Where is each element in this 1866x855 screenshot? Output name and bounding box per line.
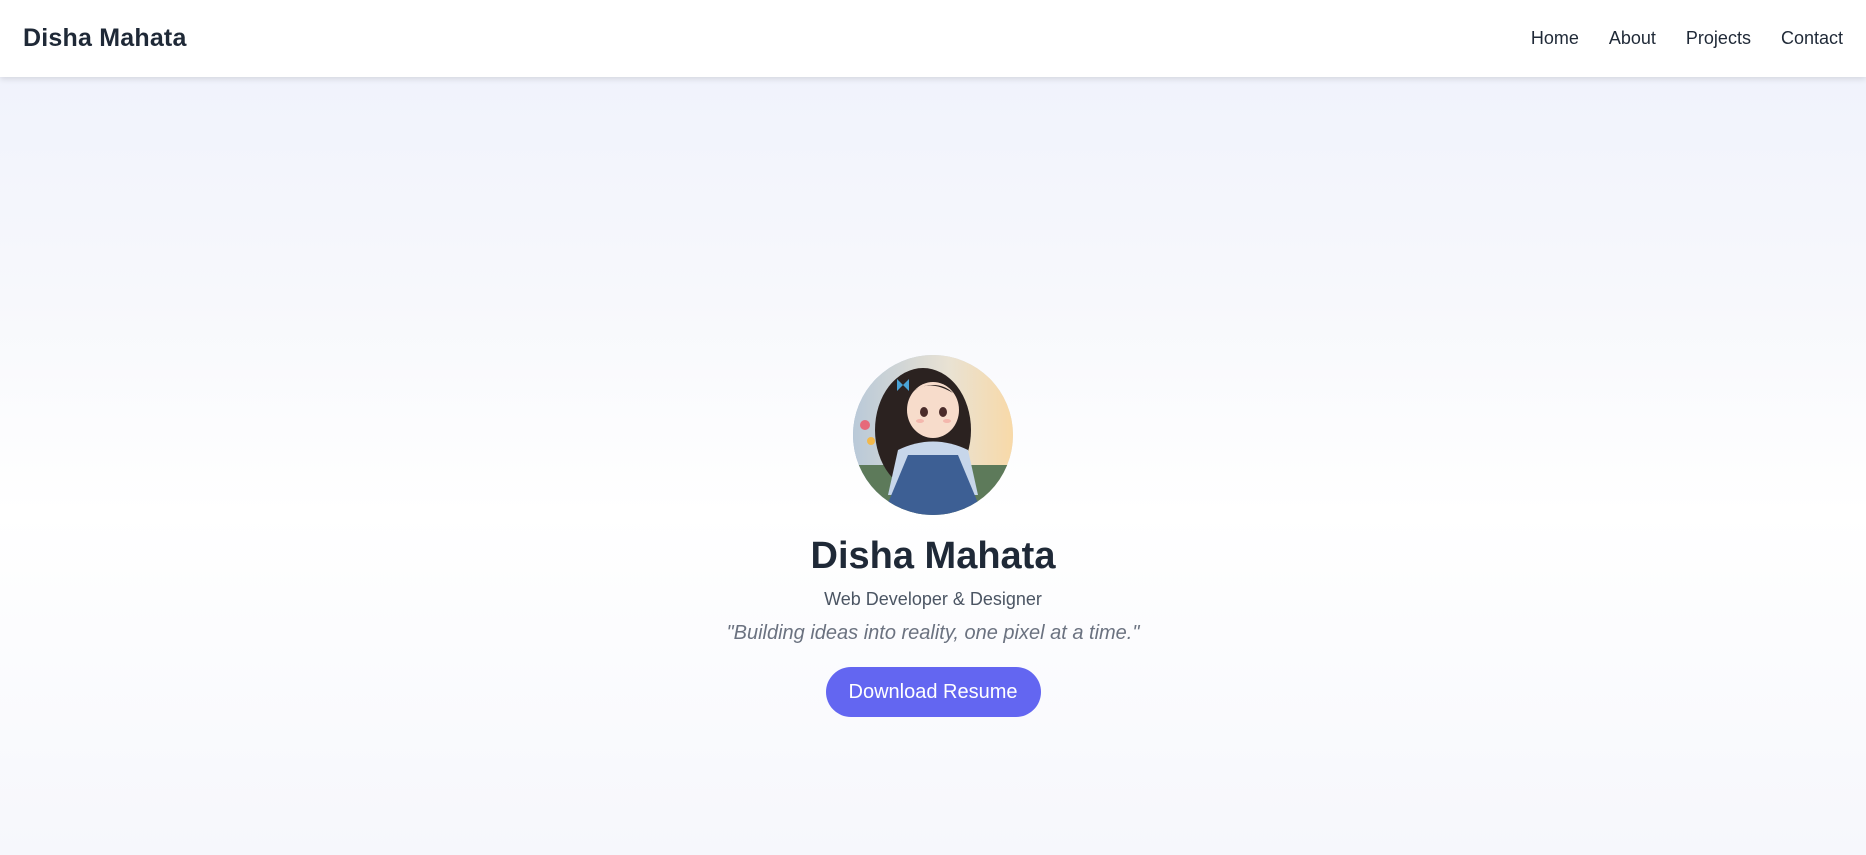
nav-link-about[interactable]: About bbox=[1609, 28, 1656, 49]
nav-link-projects[interactable]: Projects bbox=[1686, 28, 1751, 49]
download-resume-button[interactable]: Download Resume bbox=[825, 667, 1041, 717]
nav-link-home[interactable]: Home bbox=[1531, 28, 1579, 49]
hero-role: Web Developer & Designer bbox=[824, 589, 1042, 609]
site-brand[interactable]: Disha Mahata bbox=[23, 24, 187, 53]
hero-section: Disha Mahata Web Developer & Designer "B… bbox=[0, 77, 1866, 855]
hero-tagline: "Building ideas into reality, one pixel … bbox=[726, 622, 1140, 644]
nav-links: Home About Projects Contact bbox=[1501, 28, 1843, 49]
nav-link-contact[interactable]: Contact bbox=[1781, 28, 1843, 49]
avatar-illustration bbox=[853, 355, 1013, 515]
avatar bbox=[853, 355, 1013, 515]
hero-name: Disha Mahata bbox=[810, 535, 1056, 577]
top-navbar: Disha Mahata Home About Projects Contact bbox=[0, 0, 1866, 77]
